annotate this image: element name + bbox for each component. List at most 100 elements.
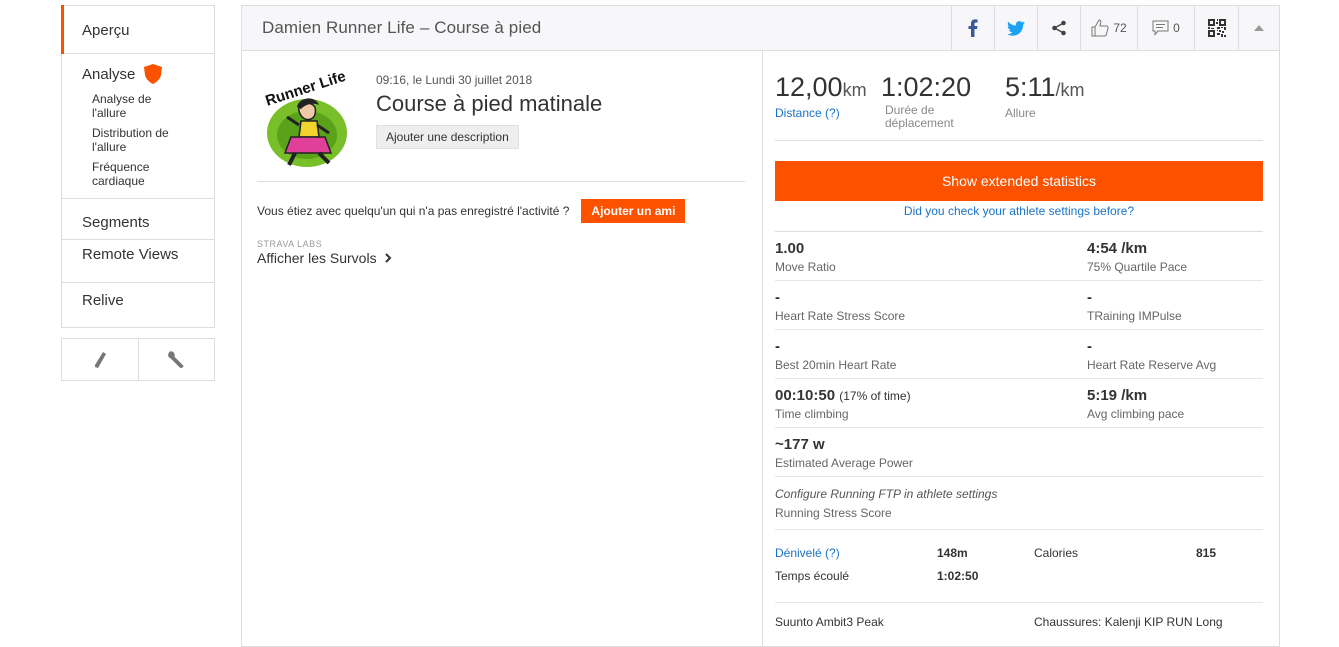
stat-label: Heart Rate Stress Score (775, 309, 906, 323)
stat-label: Avg climbing pace (1087, 407, 1185, 421)
stat-label: Estimated Average Power (775, 456, 913, 470)
distance-label[interactable]: Distance (?) (775, 107, 867, 120)
sidebar-item-analyse[interactable]: Analyse Analyse de l'allure Distribution… (62, 54, 214, 199)
ftp-section: Configure Running FTP in athlete setting… (775, 477, 1263, 530)
qr-code-icon (1207, 19, 1226, 37)
stat-moving-time: 1:02:20 Durée de déplacement (881, 72, 971, 130)
twitter-share-button[interactable] (994, 6, 1037, 50)
activity-date: 09:16, le Lundi 30 juillet 2018 (376, 73, 533, 87)
activity-details: Runner Life 09:16, le Lundi 30 juillet 2… (242, 51, 763, 646)
kudos-count: 72 (1113, 21, 1127, 35)
calories-value: 815 (1196, 546, 1217, 560)
stat-label: Move Ratio (775, 260, 836, 274)
stat-value: 1.00 (775, 240, 805, 257)
distance-value: 12,00km (775, 72, 867, 102)
stat-label: Heart Rate Reserve Avg (1087, 358, 1217, 372)
stat-row: - Best 20min Heart Rate - Heart Rate Reser… (775, 330, 1263, 379)
flyby-link[interactable]: Afficher les Survols (257, 250, 392, 266)
elapsed-label: Temps écoulé (775, 569, 850, 583)
stat-value: - (775, 338, 780, 355)
stat-row: - Heart Rate Stress Score - TRaining IMPul… (775, 281, 1263, 330)
add-description-button[interactable]: Ajouter une description (376, 125, 519, 149)
edit-button[interactable] (62, 339, 138, 380)
page-title: Damien Runner Life – Course à pied (262, 18, 542, 37)
divider (257, 181, 745, 182)
moving-time-value: 1:02:20 (881, 72, 972, 102)
share-icon (1052, 20, 1066, 36)
facebook-icon (968, 19, 978, 37)
stat-row: 1.00 Move Ratio 4:54 /km 75% Quartile Pace (775, 232, 1263, 281)
stat-label: 75% Quartile Pace (1087, 260, 1188, 274)
stat-value: - (1087, 289, 1092, 306)
activity-meta: 09:16, le Lundi 30 juillet 2018 Course à… (376, 73, 602, 149)
show-extended-stats-button[interactable]: Show extended statistics (775, 161, 1263, 201)
shoes-info: Chaussures: Kalenji KIP RUN Long (1034, 615, 1223, 629)
sidebar-item-label: Analyse (82, 65, 136, 83)
stat-row: 00:10:50 (17% of time) Time climbing 5:1… (775, 379, 1263, 428)
stat-label: Time climbing (775, 407, 849, 421)
activity-panel: Damien Runner Life – Course à pied 72 0 … (241, 5, 1280, 647)
pencil-icon (94, 351, 106, 368)
sidebar-item-segments[interactable]: Segments (62, 199, 214, 240)
elapsed-value: 1:02:50 (937, 569, 979, 583)
stat-value: 4:54 /km (1087, 240, 1148, 257)
add-friend-question: Vous étiez avec quelqu'un qui n'a pas en… (257, 204, 570, 218)
caret-up-icon (1254, 25, 1264, 31)
avatar[interactable]: Runner Life (259, 73, 356, 170)
stat-pace: 5:11/km Allure (1005, 72, 1085, 120)
stat-cell: - Heart Rate Stress Score (775, 281, 1087, 329)
running-stress-label: Running Stress Score (775, 506, 892, 520)
flyby-link-label: Afficher les Survols (257, 250, 377, 266)
misc-stats: Dénivelé (?) 148m Calories 815 Temps éco… (775, 530, 1263, 603)
analyse-heading: Analyse (82, 63, 214, 85)
stat-label: Best 20min Heart Rate (775, 358, 897, 372)
stat-value: - (775, 289, 780, 306)
stat-distance: 12,00km Distance (?) (775, 72, 867, 120)
share-button[interactable] (1037, 6, 1080, 50)
sidebar-sub-analyse-allure[interactable]: Analyse de l'allure (82, 92, 187, 120)
add-friend-button[interactable]: Ajouter un ami (581, 199, 686, 223)
stat-cell: 5:19 /km Avg climbing pace (1087, 379, 1263, 427)
stat-label: TRaining IMPulse (1087, 309, 1182, 323)
activity-stats: 12,00km Distance (?) 1:02:20 Durée de dé… (775, 51, 1263, 629)
athlete-settings-link[interactable]: Did you check your athlete settings befo… (775, 204, 1263, 218)
qr-code-button[interactable] (1194, 6, 1238, 50)
sidebar-sub-frequence-cardiaque[interactable]: Fréquence cardiaque (82, 160, 187, 188)
device-name: Suunto Ambit3 Peak (775, 615, 884, 629)
sidebar-sub-distribution-allure[interactable]: Distribution de l'allure (82, 126, 187, 154)
stat-cell: 1.00 Move Ratio (775, 232, 1087, 280)
sidebar-item-remote-views[interactable]: Remote Views (62, 240, 214, 283)
stat-cell: - TRaining IMPulse (1087, 281, 1263, 329)
calories-label: Calories (1034, 546, 1079, 560)
sidebar-item-apercu[interactable]: Aperçu (61, 5, 214, 54)
kudos-button[interactable]: 72 (1080, 6, 1137, 50)
stat-cell: 00:10:50 (17% of time) Time climbing (775, 379, 1087, 427)
stat-value: 00:10:50 (17% of time) (775, 387, 911, 404)
sidebar-item-relive[interactable]: Relive (62, 283, 214, 328)
sidebar: Aperçu Analyse Analyse de l'allure Distr… (61, 5, 215, 381)
activity-header: Damien Runner Life – Course à pied 72 0 (242, 6, 1279, 51)
extended-stats: 1.00 Move Ratio 4:54 /km 75% Quartile Pace… (775, 231, 1263, 643)
comment-icon (1152, 20, 1169, 36)
tools-button[interactable] (137, 339, 215, 380)
sidebar-tools (61, 338, 215, 381)
strava-labs: STRAVA LABS Afficher les Survols (257, 239, 392, 266)
stat-value: - (1087, 338, 1092, 355)
labs-tag: STRAVA LABS (257, 239, 323, 249)
elevation-label[interactable]: Dénivelé (?) (775, 546, 840, 560)
comments-button[interactable]: 0 (1137, 6, 1194, 50)
collapse-button[interactable] (1238, 6, 1279, 50)
stat-cell: 4:54 /km 75% Quartile Pace (1087, 232, 1263, 280)
twitter-icon (1007, 20, 1025, 36)
facebook-share-button[interactable] (951, 6, 994, 50)
shield-icon (144, 64, 163, 84)
stat-cell: ~177 w Estimated Average Power (775, 428, 1263, 476)
comment-count: 0 (1173, 21, 1180, 35)
thumbs-up-icon (1091, 19, 1109, 37)
moving-time-label: Durée de déplacement (885, 103, 954, 130)
stat-value: 5:19 /km (1087, 387, 1148, 404)
pace-value: 5:11/km (1005, 72, 1085, 102)
ftp-config-link[interactable]: Configure Running FTP in athlete setting… (775, 487, 1263, 501)
elevation-value: 148m (937, 546, 968, 560)
stat-row: ~177 w Estimated Average Power (775, 428, 1263, 477)
